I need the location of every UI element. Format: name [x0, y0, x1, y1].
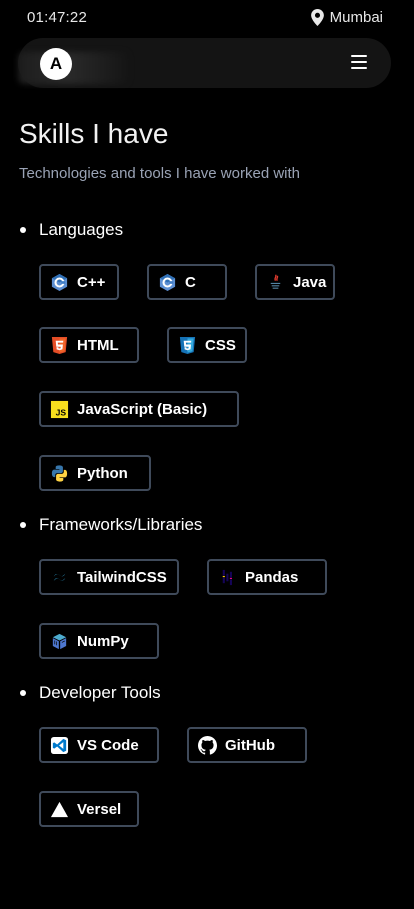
section-heading-developer-tools: Developer Tools: [20, 683, 161, 703]
skill-label: Versel: [77, 800, 122, 818]
hamburger-menu-icon[interactable]: [351, 55, 367, 69]
skill-chip-tailwindcss[interactable]: TailwindCSS: [39, 559, 179, 595]
c-icon: [158, 273, 177, 292]
nav-blurred-backdrop: [18, 52, 128, 84]
skill-label: NumPy: [77, 632, 129, 650]
skill-chip-cpp[interactable]: C++: [39, 264, 119, 300]
section-title: Frameworks/Libraries: [39, 515, 203, 534]
pandas-icon: [218, 568, 237, 587]
section-title: Languages: [39, 220, 124, 239]
skill-chip-css[interactable]: CSS: [167, 327, 247, 363]
status-location: Mumbai: [310, 9, 383, 26]
location-pin-icon: [310, 9, 324, 26]
java-icon: [266, 273, 285, 292]
cpp-icon: [50, 273, 69, 292]
html5-icon: [50, 336, 69, 355]
vercel-icon: [50, 800, 69, 819]
skill-label: Java: [293, 273, 327, 291]
page-subtitle: Technologies and tools I have worked wit…: [19, 165, 301, 182]
github-icon: [198, 735, 217, 755]
section-title: Developer Tools: [39, 683, 161, 702]
skill-chip-numpy[interactable]: NumPy: [39, 623, 159, 659]
skill-label: CSS: [205, 336, 236, 354]
svg-text:JS: JS: [56, 407, 67, 417]
skill-chip-java[interactable]: Java: [255, 264, 335, 300]
numpy-icon: [50, 632, 69, 651]
skill-chip-c[interactable]: C: [147, 264, 227, 300]
skill-label: TailwindCSS: [77, 568, 167, 586]
skill-label: Python: [77, 464, 128, 482]
skill-label: VS Code: [77, 736, 139, 754]
javascript-icon: JS: [50, 400, 69, 419]
logo-avatar[interactable]: A: [40, 48, 72, 80]
python-icon: [50, 464, 69, 483]
bullet-icon: [20, 227, 26, 233]
skill-label: GitHub: [225, 736, 275, 754]
skill-chip-javascript[interactable]: JS JavaScript (Basic): [39, 391, 239, 427]
vscode-icon: [50, 736, 69, 755]
page-title: Skills I have: [19, 118, 169, 149]
skill-chip-vercel[interactable]: Versel: [39, 791, 139, 827]
skill-label: HTML: [77, 336, 119, 354]
status-time: 01:47:22: [27, 9, 87, 26]
skill-label: Pandas: [245, 568, 299, 586]
skill-chip-pandas[interactable]: Pandas: [207, 559, 327, 595]
status-bar: 01:47:22 Mumbai: [0, 0, 414, 34]
skill-label: C++: [77, 273, 106, 291]
section-heading-frameworks: Frameworks/Libraries: [20, 515, 202, 535]
css3-icon: [178, 336, 197, 355]
top-navbar: A: [18, 38, 391, 88]
skill-chip-html[interactable]: HTML: [39, 327, 139, 363]
location-label: Mumbai: [329, 9, 383, 26]
skill-label: C: [185, 273, 196, 291]
section-heading-languages: Languages: [20, 220, 123, 240]
skill-chip-vscode[interactable]: VS Code: [39, 727, 159, 763]
tailwindcss-icon: [50, 568, 69, 587]
skill-label: JavaScript (Basic): [77, 400, 208, 418]
bullet-icon: [20, 522, 26, 528]
bullet-icon: [20, 690, 26, 696]
skill-chip-github[interactable]: GitHub: [187, 727, 307, 763]
skill-chip-python[interactable]: Python: [39, 455, 151, 491]
